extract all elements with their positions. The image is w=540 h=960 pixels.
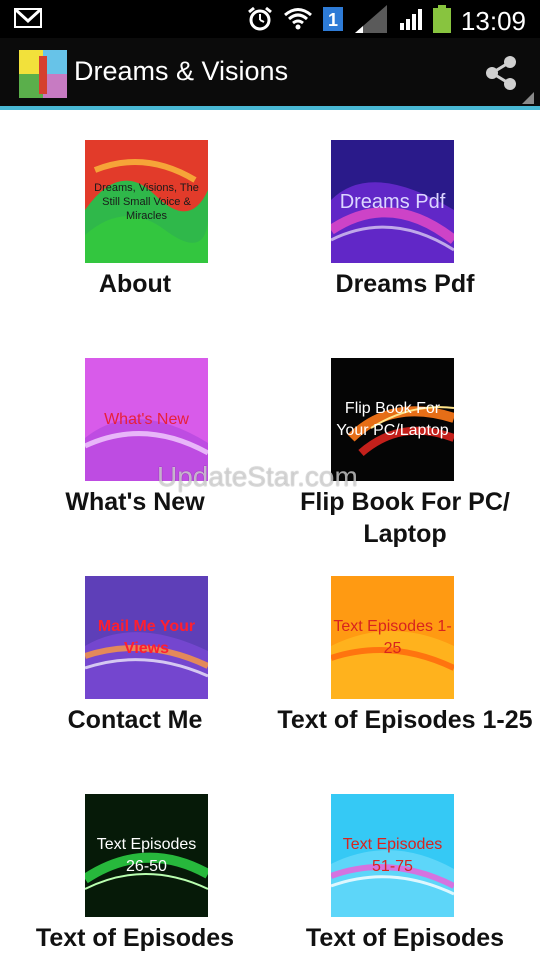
tile-whats-new[interactable]: What's New What's New [0,358,270,558]
contact-me-thumbnail-text: Mail Me Your Views [97,617,196,657]
status-time: 13:09 [460,6,526,36]
alarm-icon [247,6,273,37]
tile-label-flip-book: Flip Book For PC/ Laptop [300,488,510,548]
watermark: UpdateStar.com [157,461,358,492]
tile-dreams-pdf[interactable]: Dreams Pdf Dreams Pdf [270,140,540,340]
contact-me-thumbnail: Mail Me Your Views [85,576,208,699]
tile-label-episodes-1-25: Text of Episodes 1-25 [277,706,533,734]
episodes-1-25-thumbnail-text: Text Episodes 1-25 [333,617,452,657]
tile-label-about: About [98,270,172,298]
gmail-icon [14,8,42,33]
wifi-icon [283,7,313,36]
signal-weak-icon [353,3,389,40]
tile-flip-book[interactable]: Flip Book For Your PC/Laptop Flip Book F… [270,358,540,558]
dreams-pdf-thumbnail-text: Dreams Pdf [339,190,446,213]
menu-grid: Dreams, Visions, The Still Small Voice &… [0,110,540,960]
tile-contact-me[interactable]: Mail Me Your Views Contact Me [0,576,270,776]
status-right: 1 13:09 [247,3,526,40]
episodes-51-75-thumbnail-text: Text Episodes 51-75 [342,835,443,875]
tile-episodes-51-75[interactable]: Text Episodes 51-75 Text of Episodes [270,794,540,960]
svg-text:1: 1 [328,10,338,30]
app-logo-icon [19,50,67,98]
overflow-indicator [522,92,534,104]
episodes-1-25-thumbnail: Text Episodes 1-25 [331,576,454,699]
tile-label-dreams-pdf: Dreams Pdf [335,270,475,298]
app-title: Dreams & Visions [74,56,289,86]
status-bar: 1 13:09 [0,0,540,38]
app-bar: Dreams & Visions [0,38,540,106]
episodes-26-50-thumbnail: Text Episodes 26-50 [85,794,208,917]
sim-1-icon: 1 [322,6,343,37]
tile-episodes-1-25[interactable]: Text Episodes 1-25 Text of Episodes 1-25 [270,576,540,776]
battery-icon [432,5,451,38]
tile-episodes-26-50[interactable]: Text Episodes 26-50 Text of Episodes [0,794,270,960]
about-thumbnail: Dreams, Visions, The Still Small Voice &… [85,140,208,263]
dreams-pdf-thumbnail: Dreams Pdf [331,140,454,263]
tile-label-episodes-51-75: Text of Episodes [305,924,505,952]
share-icon [480,56,522,98]
signal-bars-icon [399,7,423,36]
tile-label-episodes-26-50: Text of Episodes [35,924,235,952]
tile-about[interactable]: Dreams, Visions, The Still Small Voice &… [0,140,270,340]
share-button[interactable] [480,52,522,94]
episodes-26-50-thumbnail-text: Text Episodes 26-50 [96,835,197,875]
status-left [14,7,42,34]
episodes-51-75-thumbnail: Text Episodes 51-75 [331,794,454,917]
about-thumbnail-text: Dreams, Visions, The Still Small Voice &… [94,181,199,222]
tile-label-contact-me: Contact Me [67,706,203,734]
